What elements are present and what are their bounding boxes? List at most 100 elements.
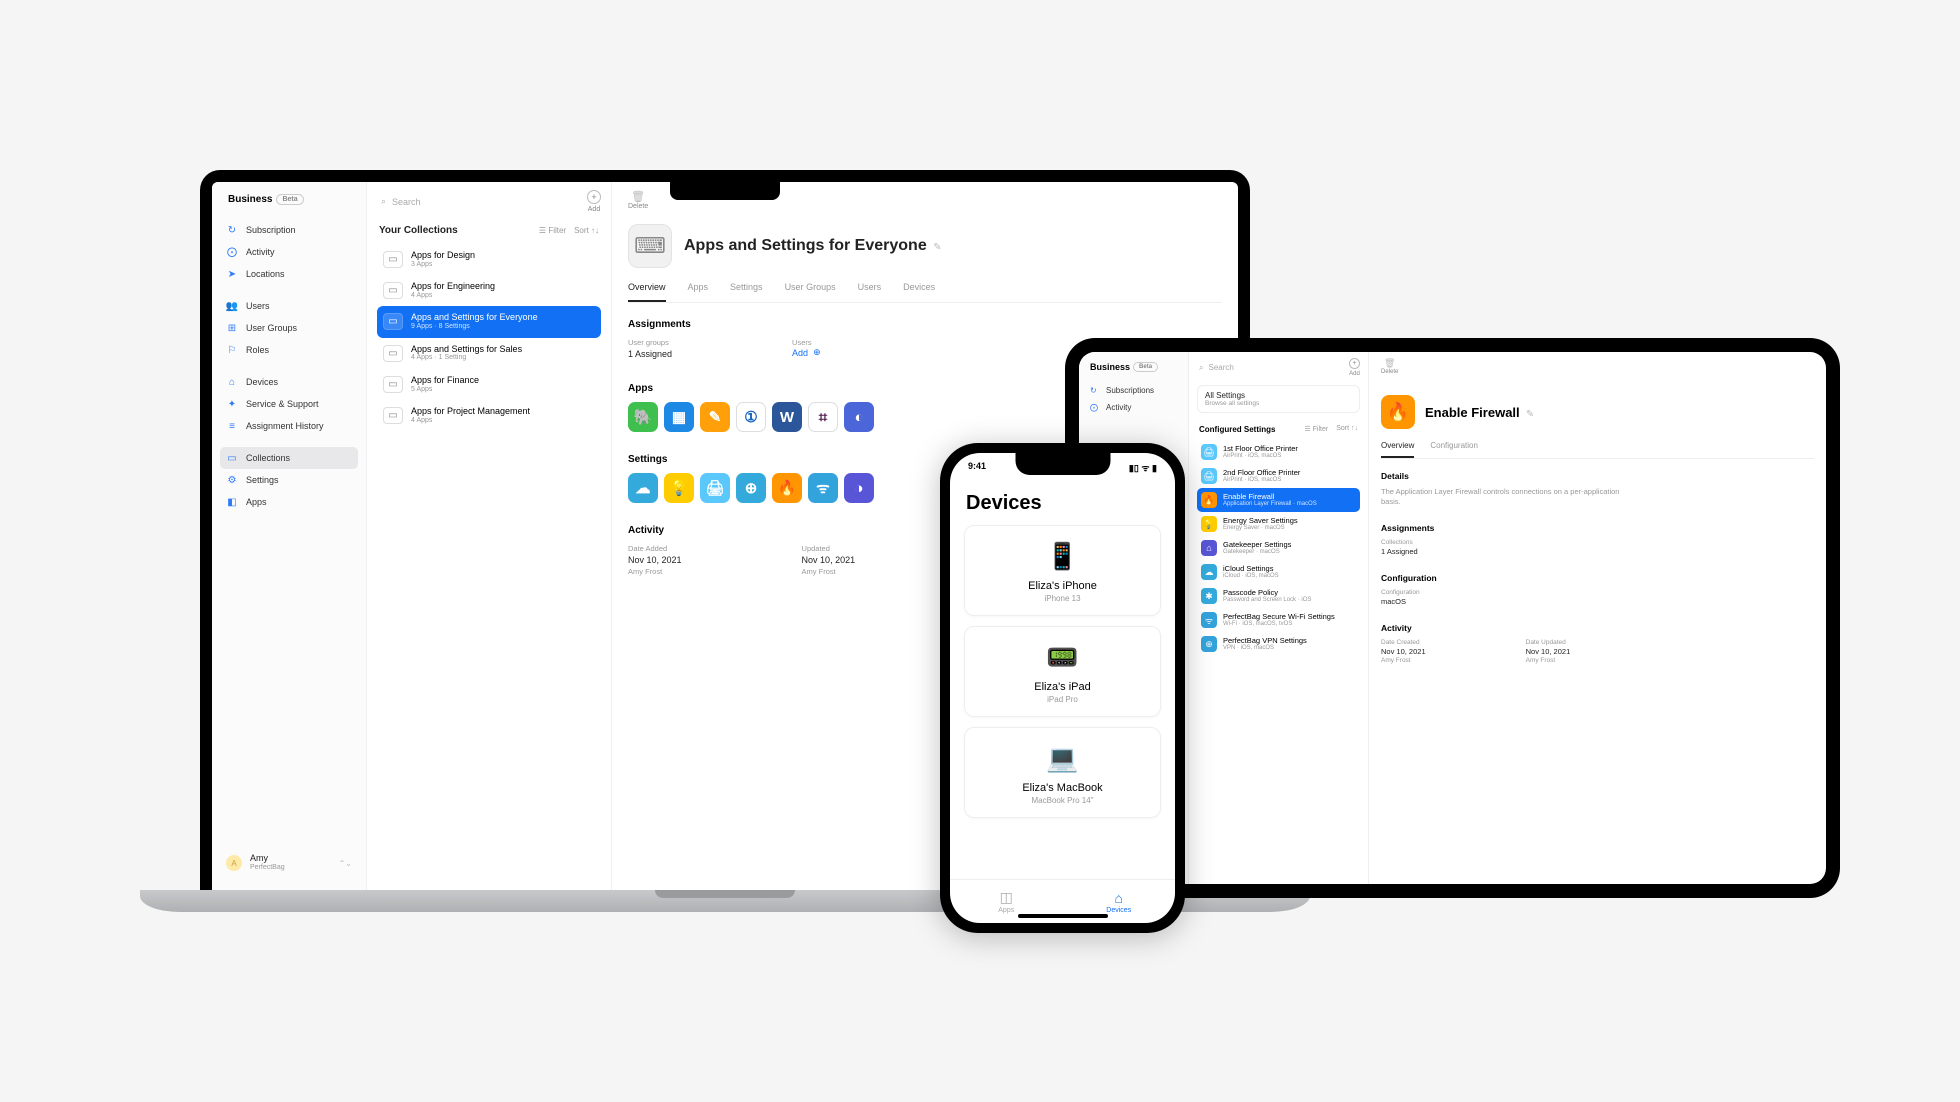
collection-title: Apps and Settings for Everyone	[684, 237, 927, 254]
iphone-notch	[1015, 453, 1110, 475]
app-tile[interactable]: ☁	[628, 473, 658, 503]
sidebar-item-apps[interactable]: ◧Apps	[220, 491, 358, 513]
tab-devices[interactable]: Devices	[903, 282, 935, 302]
sidebar-item-collections[interactable]: ▭Collections	[220, 447, 358, 469]
tab-settings[interactable]: Settings	[730, 282, 763, 302]
setting-item[interactable]: ☁iCloud SettingsiCloud · iOS, macOS	[1197, 560, 1360, 584]
app-tile[interactable]: ◑	[844, 473, 874, 503]
sidebar-item-service-&-support[interactable]: ✦Service & Support	[220, 393, 358, 415]
sidebar-item-devices[interactable]: ⌂Devices	[220, 371, 358, 393]
add-button[interactable]: + Add	[1349, 358, 1360, 377]
app-tile[interactable]: ⌗	[808, 402, 838, 432]
mac-collections-column: ⌕ Search + Add Your Collections ☰ Filter…	[367, 182, 612, 890]
setting-name: 1st Floor Office Printer	[1223, 445, 1298, 453]
setting-item[interactable]: ⌂Gatekeeper SettingsGatekeeper · macOS	[1197, 536, 1360, 560]
app-tile[interactable]: 🐘	[628, 402, 658, 432]
date-created-value: Nov 10, 2021	[1381, 646, 1426, 657]
tab-user-groups[interactable]: User Groups	[785, 282, 836, 302]
collection-item[interactable]: ▭Apps for Design3 Apps	[377, 244, 601, 275]
filter-button[interactable]: ☰ Filter	[1304, 425, 1328, 434]
tab-overview[interactable]: Overview	[628, 282, 666, 302]
sidebar-item-activity[interactable]: ⨀Activity	[220, 241, 358, 263]
all-settings-button[interactable]: All Settings Browse all settings	[1197, 385, 1360, 413]
device-card[interactable]: 💻Eliza's MacBookMacBook Pro 14"	[964, 727, 1161, 818]
date-updated-label: Date Updated	[1526, 639, 1571, 646]
user-org: PerfectBag	[250, 864, 285, 872]
setting-item[interactable]: 🖨1st Floor Office PrinterAirPrint · iOS,…	[1197, 440, 1360, 464]
sidebar-item-user-groups[interactable]: ⊞User Groups	[220, 317, 358, 339]
sidebar-item-roles[interactable]: ⚐Roles	[220, 339, 358, 361]
assignments-heading: Assignments	[628, 319, 1222, 338]
device-card[interactable]: 📱Eliza's iPhoneiPhone 13	[964, 525, 1161, 616]
collection-item[interactable]: ▭Apps for Finance5 Apps	[377, 369, 601, 400]
app-tile[interactable]: ①	[736, 402, 766, 432]
setting-item[interactable]: ⊕PerfectBag VPN SettingsVPN · iOS, macOS	[1197, 632, 1360, 656]
tab-overview[interactable]: Overview	[1381, 441, 1414, 458]
edit-icon[interactable]: ✎	[933, 242, 941, 253]
setting-item[interactable]: 🖨2nd Floor Office PrinterAirPrint · iOS,…	[1197, 464, 1360, 488]
device-model: iPhone 13	[977, 594, 1148, 603]
date-updated-by: Amy Frost	[1526, 657, 1571, 664]
plus-icon: +	[587, 190, 601, 204]
app-tile[interactable]: 🔥	[772, 473, 802, 503]
app-tile[interactable]: W	[772, 402, 802, 432]
setting-item[interactable]: ᯤPerfectBag Secure Wi-Fi SettingsWi-Fi ·…	[1197, 608, 1360, 632]
nav-label: Apps	[246, 497, 267, 507]
app-tile[interactable]: ◐	[844, 402, 874, 432]
setting-item[interactable]: ✱Passcode PolicyPassword and Screen Lock…	[1197, 584, 1360, 608]
nav-icon: ✦	[226, 398, 238, 410]
sort-button[interactable]: Sort ↑↓	[574, 226, 599, 235]
sidebar-item-activity[interactable]: ⨀Activity	[1085, 399, 1182, 416]
device-icon: 📱	[1045, 538, 1081, 574]
setting-name: Passcode Policy	[1223, 589, 1311, 597]
app-tile[interactable]: ▦	[664, 402, 694, 432]
sidebar-item-locations[interactable]: ➤Locations	[220, 263, 358, 285]
add-users-button[interactable]: Add⊕	[792, 347, 821, 358]
sidebar-item-subscriptions[interactable]: ↻Subscriptions	[1085, 382, 1182, 399]
mac-current-user[interactable]: A Amy PerfectBag ⌃⌄	[220, 848, 358, 878]
collection-item[interactable]: ▭Apps and Settings for Sales4 Apps · 1 S…	[377, 338, 601, 369]
setting-icon: ☁	[1201, 564, 1217, 580]
app-tile[interactable]: ✎	[700, 402, 730, 432]
nav-label: Users	[246, 301, 270, 311]
sidebar-item-subscription[interactable]: ↻Subscription	[220, 219, 358, 241]
device-icon: 💻	[1045, 740, 1081, 776]
collection-item[interactable]: ▭Apps for Project Management4 Apps	[377, 400, 601, 431]
search-input[interactable]: ⌕ Search	[377, 190, 587, 213]
nav-label: User Groups	[246, 323, 297, 333]
delete-button[interactable]: 🗑 Delete	[628, 190, 648, 210]
app-tile[interactable]: ⊕	[736, 473, 766, 503]
setting-sub: Password and Screen Lock · iOS	[1223, 597, 1311, 604]
sidebar-item-assignment-history[interactable]: ≡Assignment History	[220, 415, 358, 437]
collection-item[interactable]: ▭Apps and Settings for Everyone9 Apps · …	[377, 306, 601, 337]
sidebar-item-settings[interactable]: ⚙Settings	[220, 469, 358, 491]
tab-users[interactable]: Users	[858, 282, 882, 302]
usergroups-value: 1 Assigned	[628, 347, 672, 361]
nav-label: Locations	[246, 269, 285, 279]
macbook-notch	[670, 182, 780, 200]
delete-button[interactable]: 🗑 Delete	[1381, 358, 1398, 375]
tab-configuration[interactable]: Configuration	[1430, 441, 1478, 458]
setting-title: Enable Firewall	[1425, 405, 1520, 420]
collection-icon: ▭	[383, 345, 403, 362]
device-card[interactable]: 📟Eliza's iPadiPad Pro	[964, 626, 1161, 717]
setting-item[interactable]: 🔥Enable FirewallApplication Layer Firewa…	[1197, 488, 1360, 512]
nav-label: Activity	[246, 247, 275, 257]
updated-by: Amy Frost	[802, 567, 856, 576]
nav-label: Settings	[246, 475, 279, 485]
app-tile[interactable]: ᯤ	[808, 473, 838, 503]
setting-sub: Wi-Fi · iOS, macOS, tvOS	[1223, 621, 1335, 628]
edit-icon[interactable]: ✎	[1526, 409, 1534, 420]
sort-button[interactable]: Sort ↑↓	[1336, 425, 1358, 434]
sidebar-item-users[interactable]: 👥Users	[220, 295, 358, 317]
search-input[interactable]: ⌕ Search	[1197, 359, 1349, 377]
collection-item[interactable]: ▭Apps for Engineering4 Apps	[377, 275, 601, 306]
app-tile[interactable]: 💡	[664, 473, 694, 503]
ipad-detail-panel: 🗑 Delete 🔥 Enable Firewall ✎ OverviewCon…	[1369, 352, 1826, 884]
setting-item[interactable]: 💡Energy Saver SettingsEnergy Saver · mac…	[1197, 512, 1360, 536]
filter-button[interactable]: ☰ Filter	[539, 226, 566, 235]
app-tile[interactable]: 🖨	[700, 473, 730, 503]
collection-sub: 4 Apps · 1 Setting	[411, 354, 522, 362]
tab-apps[interactable]: Apps	[688, 282, 709, 302]
add-button[interactable]: + Add	[587, 190, 601, 213]
